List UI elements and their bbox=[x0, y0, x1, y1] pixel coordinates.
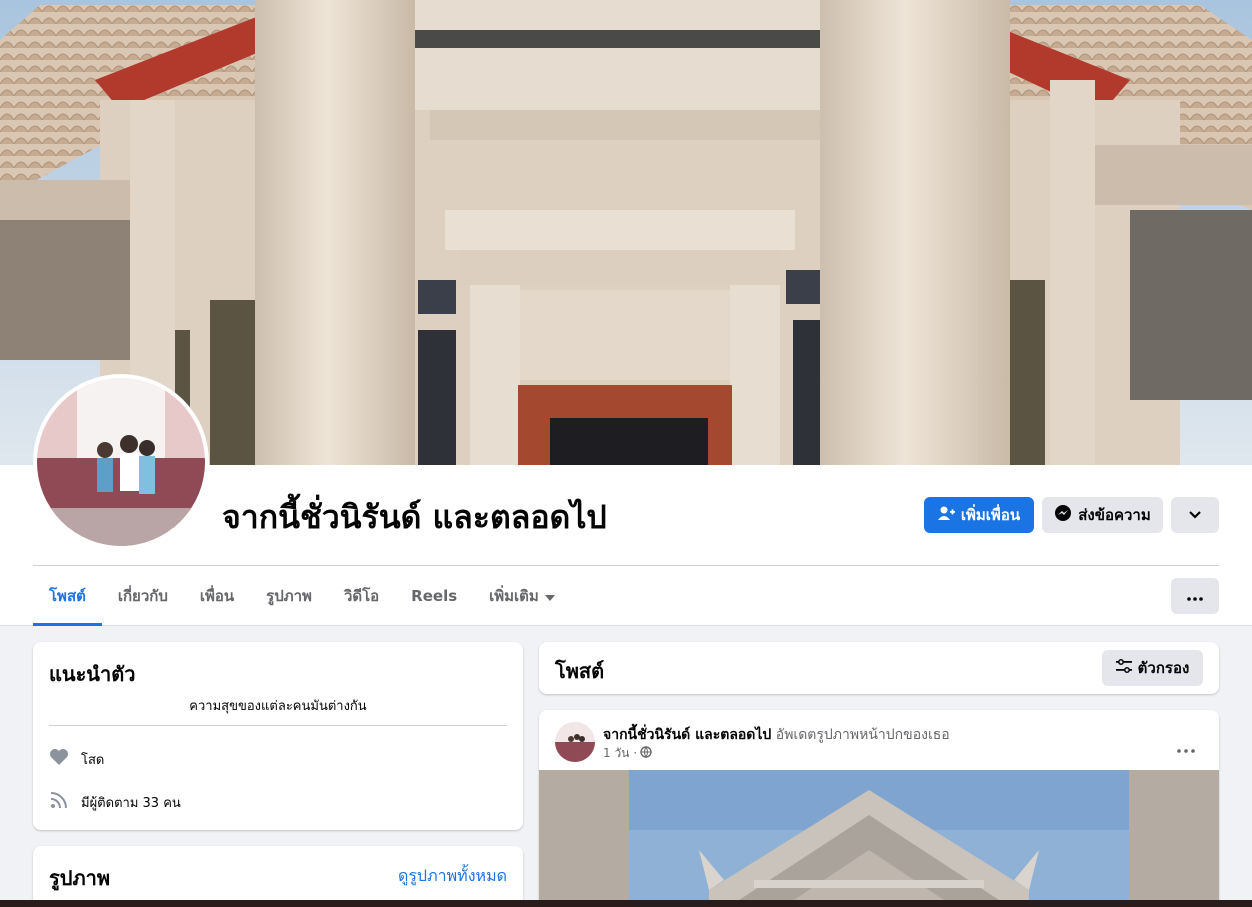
posts-title: โพสต์ bbox=[555, 659, 605, 683]
post-meta: 1 วัน · bbox=[603, 744, 652, 763]
intro-bio: ความสุขของแต่ละคนมันต่างกัน bbox=[189, 699, 367, 714]
tab-about[interactable]: เกี่ยวกับ bbox=[102, 566, 184, 626]
ellipsis-icon bbox=[1177, 738, 1195, 757]
profile-tabs: โพสต์ เกี่ยวกับ เพื่อน รูปภาพ วิดีโอ Ree… bbox=[33, 566, 571, 626]
post-image[interactable] bbox=[539, 770, 1219, 907]
caret-down-icon bbox=[544, 587, 555, 605]
cover-photo[interactable] bbox=[0, 0, 1252, 465]
bottom-strip bbox=[0, 900, 1252, 907]
tab-label: เกี่ยวกับ bbox=[117, 587, 168, 605]
heart-icon bbox=[49, 748, 69, 770]
post-action-text: อัพเดตรูปภาพหน้าปกของเธอ bbox=[775, 727, 950, 743]
globe-icon bbox=[640, 746, 652, 761]
profile-avatar[interactable] bbox=[33, 374, 209, 550]
filter-button[interactable]: ตัวกรอง bbox=[1102, 650, 1203, 686]
tab-label: เพิ่มเติม bbox=[489, 587, 539, 605]
followers-count: มีผู้ติดตาม 33 คน bbox=[81, 795, 181, 811]
relationship-status: โสด bbox=[81, 752, 105, 768]
rss-icon bbox=[49, 790, 69, 814]
relationship-row: โสด bbox=[49, 748, 104, 770]
post-card: จากนี้ชั่วนิรันด์ และตลอดไป อัพเดตรูปภาพ… bbox=[539, 710, 1219, 907]
followers-row: มีผู้ติดตาม 33 คน bbox=[49, 790, 181, 814]
messenger-icon bbox=[1054, 504, 1072, 526]
profile-page: จากนี้ชั่วนิรันด์ และตลอดไป เพิ่มเพื่อน … bbox=[0, 0, 1252, 907]
send-message-button[interactable]: ส่งข้อความ bbox=[1042, 497, 1163, 533]
tab-friends[interactable]: เพื่อน bbox=[184, 566, 250, 626]
post-time[interactable]: 1 วัน · bbox=[603, 744, 637, 763]
photos-title: รูปภาพ bbox=[49, 866, 111, 890]
tab-videos[interactable]: วิดีโอ bbox=[328, 566, 395, 626]
add-friend-label: เพิ่มเพื่อน bbox=[960, 506, 1021, 524]
chevron-down-icon bbox=[1188, 506, 1202, 524]
post-header-text: จากนี้ชั่วนิรันด์ และตลอดไป อัพเดตรูปภาพ… bbox=[603, 724, 950, 746]
intro-card: แนะนำตัว ความสุขของแต่ละคนมันต่างกัน โสด… bbox=[33, 642, 523, 830]
tab-more[interactable]: เพิ่มเติม bbox=[473, 566, 571, 626]
tab-posts[interactable]: โพสต์ bbox=[33, 566, 102, 626]
post-options-button[interactable] bbox=[1177, 738, 1195, 757]
tab-label: โพสต์ bbox=[49, 587, 86, 605]
profile-name: จากนี้ชั่วนิรันด์ และตลอดไป bbox=[222, 498, 607, 536]
tab-reels[interactable]: Reels bbox=[395, 566, 473, 626]
tab-label: รูปภาพ bbox=[266, 587, 312, 605]
tabs-more-button[interactable] bbox=[1171, 578, 1219, 614]
more-actions-button[interactable] bbox=[1171, 497, 1219, 533]
send-message-label: ส่งข้อความ bbox=[1078, 506, 1151, 524]
filter-icon bbox=[1115, 659, 1132, 677]
tab-label: เพื่อน bbox=[199, 587, 235, 605]
filter-label: ตัวกรอง bbox=[1137, 659, 1190, 677]
intro-divider bbox=[49, 725, 507, 726]
post-author-avatar[interactable] bbox=[555, 722, 595, 762]
tab-photos[interactable]: รูปภาพ bbox=[250, 566, 328, 626]
add-friend-button[interactable]: เพิ่มเพื่อน bbox=[924, 497, 1034, 533]
person-add-icon bbox=[937, 506, 955, 524]
posts-header-card: โพสต์ ตัวกรอง bbox=[539, 642, 1219, 694]
photos-card: รูปภาพ ดูรูปภาพทั้งหมด bbox=[33, 846, 523, 907]
see-all-photos-link[interactable]: ดูรูปภาพทั้งหมด bbox=[398, 864, 507, 889]
intro-title: แนะนำตัว bbox=[49, 662, 136, 686]
ellipsis-icon bbox=[1187, 587, 1203, 605]
post-author-name[interactable]: จากนี้ชั่วนิรันด์ และตลอดไป bbox=[603, 727, 771, 743]
tab-label: วิดีโอ bbox=[343, 587, 380, 605]
tab-label: Reels bbox=[411, 587, 458, 605]
